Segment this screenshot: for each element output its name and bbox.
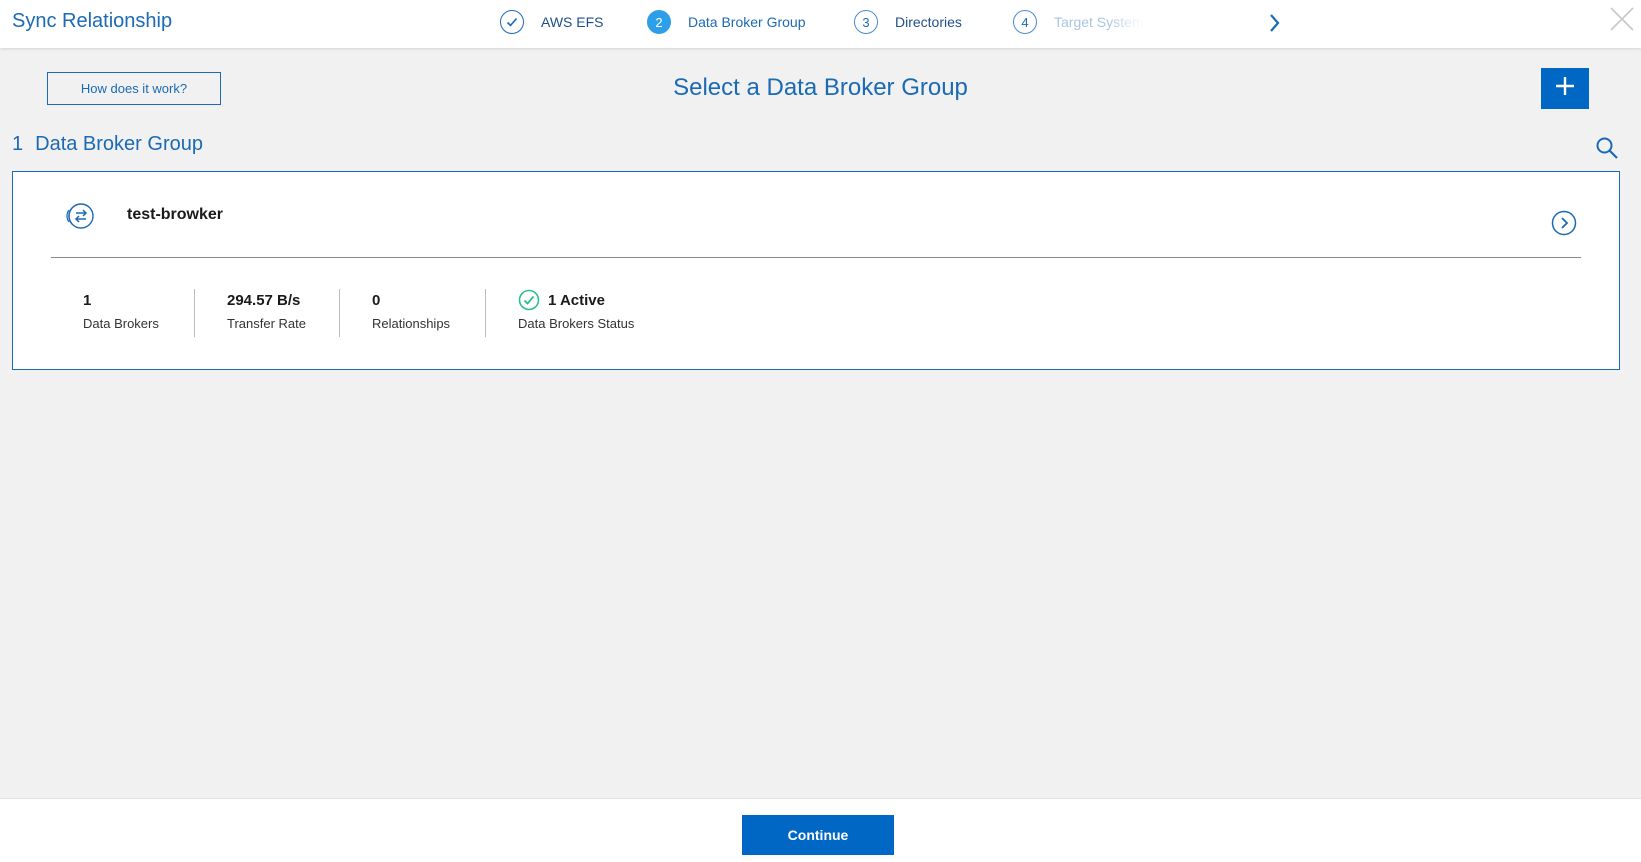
step-aws-efs[interactable]: AWS EFS: [500, 8, 604, 36]
stat-caption: Relationships: [372, 316, 451, 331]
step-number: 3: [854, 10, 878, 34]
step-number: 2: [647, 10, 671, 34]
group-count: 1: [12, 133, 24, 155]
search-icon[interactable]: [1595, 136, 1619, 165]
stat-relationships: 0 Relationships: [372, 290, 451, 332]
stat-data-brokers: 1 Data Brokers: [83, 290, 159, 332]
card-divider: [51, 257, 1581, 258]
data-broker-group-icon: [63, 200, 95, 237]
stat-transfer-rate: 294.57 B/s Transfer Rate: [227, 290, 306, 332]
stat-broker-status: 1 Active Data Brokers Status: [518, 289, 635, 331]
chevron-right-icon[interactable]: [1268, 12, 1282, 39]
stat-value: 294.57 B/s: [227, 291, 301, 309]
step-number: 4: [1013, 10, 1037, 34]
continue-button[interactable]: Continue: [742, 815, 894, 855]
stat-divider: [194, 289, 195, 337]
stat-value: 1: [83, 291, 92, 309]
plus-icon: [1554, 75, 1576, 102]
step-label: Target System: [1054, 14, 1144, 30]
add-data-broker-button[interactable]: [1541, 68, 1589, 109]
chevron-circle-right-icon[interactable]: [1551, 210, 1577, 241]
step-label: Directories: [895, 14, 962, 30]
stat-value: 1 Active: [548, 291, 605, 309]
check-circle-icon: [518, 289, 540, 311]
stat-divider: [485, 289, 486, 337]
stat-caption: Transfer Rate: [227, 316, 306, 331]
stat-value-row: 1 Active: [518, 289, 634, 311]
page-title: Select a Data Broker Group: [673, 74, 968, 101]
step-data-broker-group[interactable]: 2 Data Broker Group: [647, 8, 806, 36]
broker-group-name: test-browker: [127, 206, 224, 223]
step-label: AWS EFS: [541, 14, 604, 30]
stat-value: 0: [372, 291, 381, 309]
stat-divider: [339, 289, 340, 337]
app-title: Sync Relationship: [12, 10, 173, 32]
close-icon[interactable]: [1607, 4, 1637, 39]
wizard-header: Sync Relationship AWS EFS 2 Data Broker …: [0, 0, 1641, 48]
step-target-system[interactable]: 4 Target System: [1013, 8, 1143, 36]
step-label: Data Broker Group: [688, 14, 806, 30]
stat-caption: Data Brokers Status: [518, 316, 635, 331]
wizard-footer: Continue: [0, 798, 1641, 862]
stat-caption: Data Brokers: [83, 316, 159, 331]
data-broker-group-card[interactable]: test-browker 1 Data Brokers 294.57 B/s T…: [12, 171, 1620, 370]
group-count-heading: 1 Data Broker Group: [12, 133, 203, 156]
step-directories[interactable]: 3 Directories: [854, 8, 962, 36]
group-count-label: Data Broker Group: [35, 133, 203, 155]
step-complete-check-icon: [500, 10, 524, 34]
